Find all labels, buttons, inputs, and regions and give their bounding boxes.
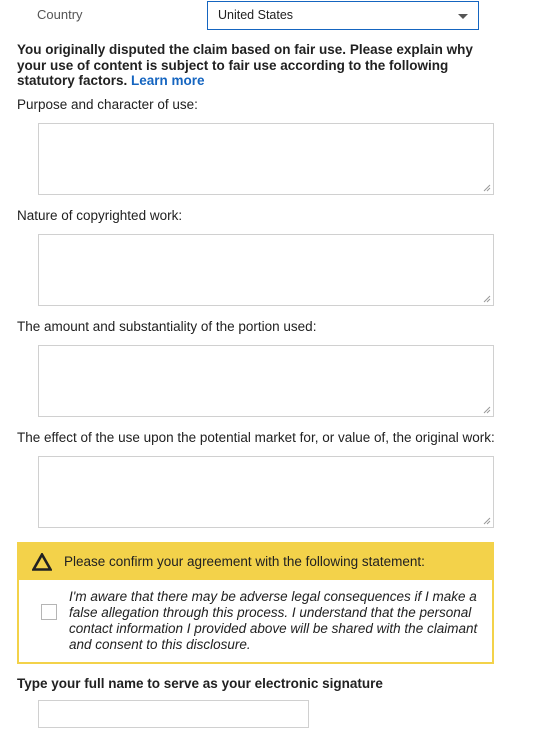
signature-label: Type your full name to serve as your ele… [17, 676, 383, 691]
fair-use-intro: You originally disputed the claim based … [17, 42, 502, 89]
nature-label: Nature of copyrighted work: [17, 208, 183, 223]
purpose-textarea[interactable] [38, 123, 494, 195]
market-effect-label: The effect of the use upon the potential… [17, 430, 495, 445]
purpose-label: Purpose and character of use: [17, 97, 198, 112]
agreement-checkbox[interactable] [41, 604, 57, 620]
signature-input[interactable] [38, 700, 309, 728]
chevron-down-icon [458, 14, 468, 19]
resize-grip-icon[interactable] [483, 406, 491, 414]
country-label: Country [37, 7, 83, 22]
amount-textarea[interactable] [38, 345, 494, 417]
confirmation-box: Please confirm your agreement with the f… [17, 542, 494, 664]
confirmation-header: Please confirm your agreement with the f… [19, 544, 492, 580]
country-select[interactable]: United States [207, 1, 479, 30]
warning-icon [32, 553, 52, 571]
country-row: Country United States [0, 0, 554, 32]
agreement-statement: I'm aware that there may be adverse lega… [69, 589, 478, 652]
fair-use-intro-text: You originally disputed the claim based … [17, 42, 473, 88]
nature-textarea[interactable] [38, 234, 494, 306]
resize-grip-icon[interactable] [483, 295, 491, 303]
learn-more-link[interactable]: Learn more [131, 73, 205, 88]
resize-grip-icon[interactable] [483, 517, 491, 525]
amount-label: The amount and substantiality of the por… [17, 319, 317, 334]
resize-grip-icon[interactable] [483, 184, 491, 192]
confirmation-title: Please confirm your agreement with the f… [64, 554, 425, 569]
market-effect-textarea[interactable] [38, 456, 494, 528]
country-select-value: United States [218, 8, 294, 22]
